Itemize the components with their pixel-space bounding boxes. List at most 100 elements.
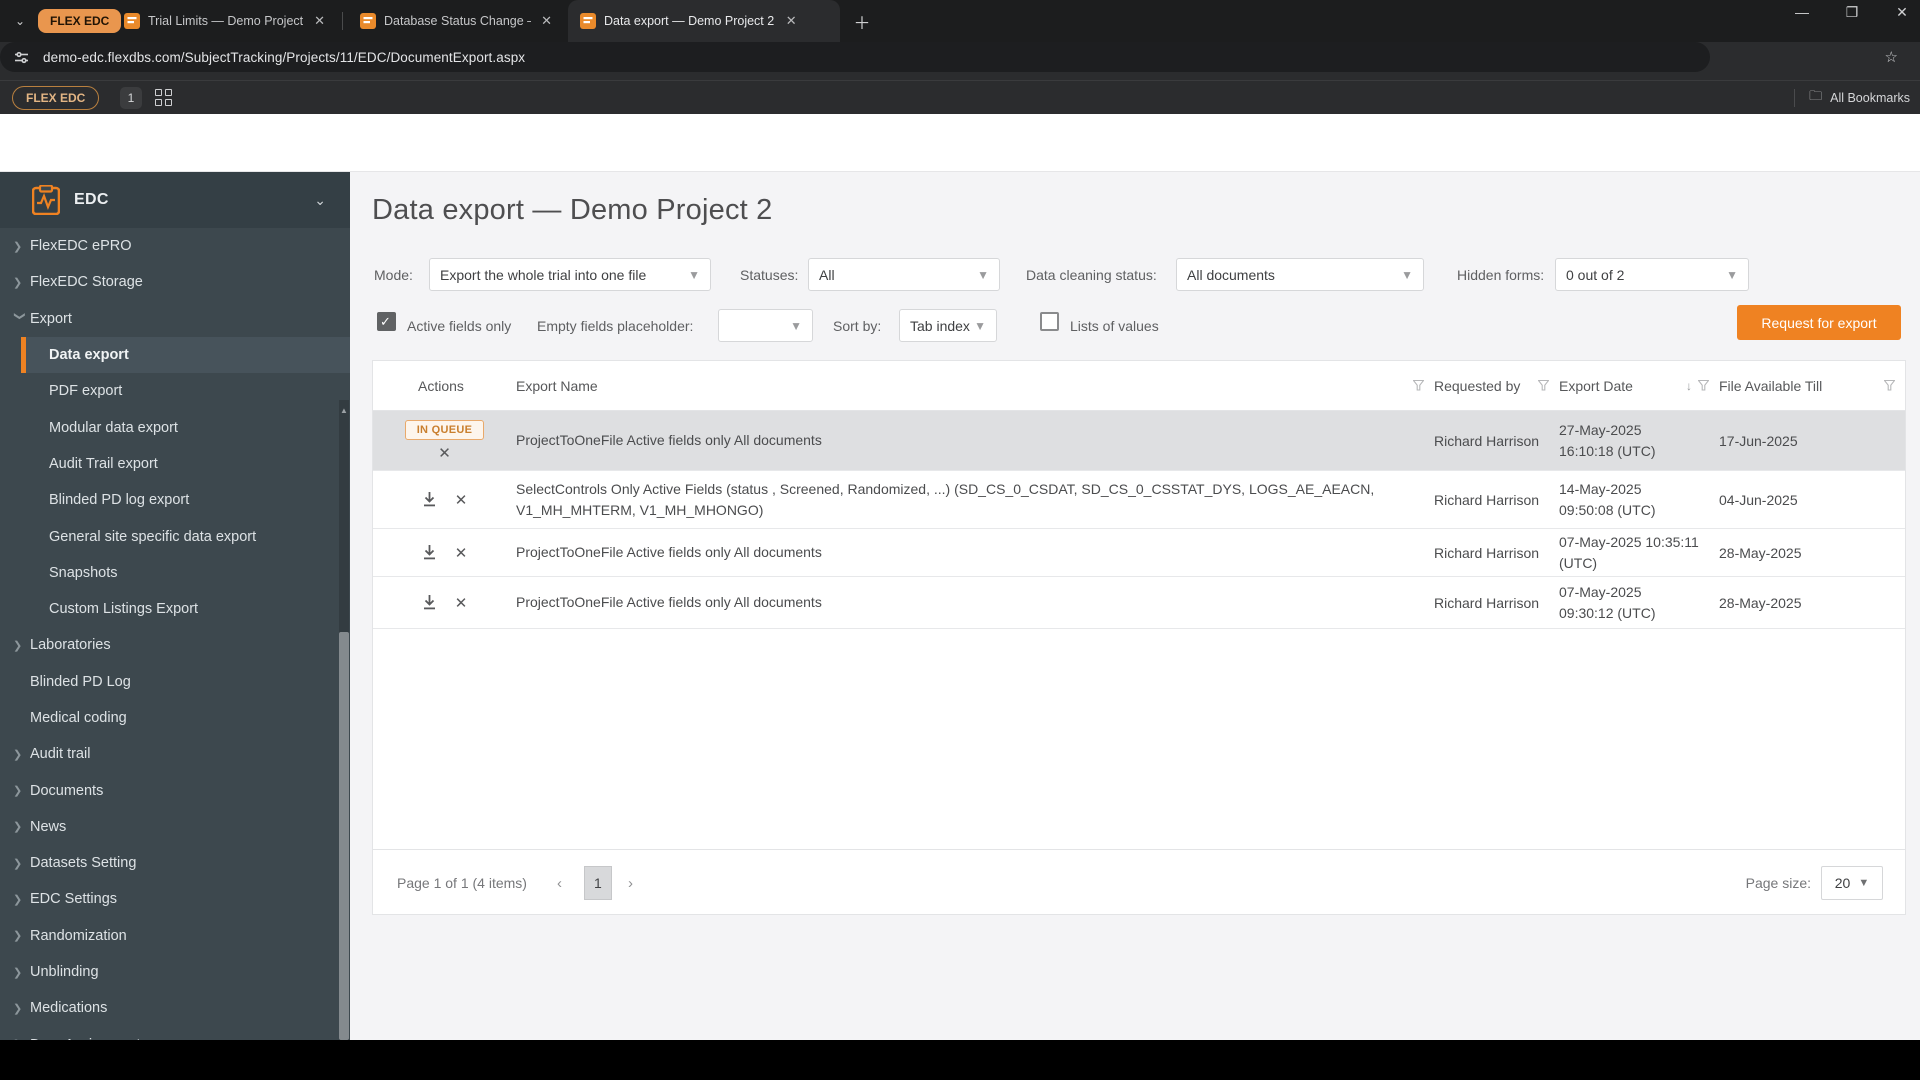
sidebar-scrollbar[interactable]: ▲ ▼ — [339, 400, 349, 1040]
apps-grid-icon[interactable] — [155, 89, 173, 107]
sidebar-item-documents[interactable]: ❯ Documents — [0, 772, 350, 808]
tab-close-icon[interactable]: ✕ — [539, 12, 554, 30]
statuses-select[interactable]: All ▼ — [808, 258, 1000, 291]
download-icon[interactable] — [422, 594, 437, 611]
page-size-select[interactable]: 20 ▼ — [1821, 866, 1883, 900]
scrollbar-thumb[interactable] — [339, 632, 349, 1040]
delete-export-icon[interactable]: ✕ — [455, 491, 468, 509]
filter-icon[interactable] — [1538, 380, 1549, 391]
browser-toolbar: ← → ⟳ demo-edc.flexdbs.com/SubjectTracki… — [0, 42, 1920, 117]
empty-placeholder-select[interactable]: ▼ — [718, 309, 813, 342]
all-bookmarks[interactable]: 🗀 All Bookmarks — [1794, 81, 1910, 115]
chevron-right-icon: ❯ — [13, 893, 23, 906]
sidebar-item-audit-trail[interactable]: ❯ Audit trail — [0, 736, 350, 772]
restore-button[interactable]: ❐ — [1842, 4, 1862, 21]
actions-cell: ✕ — [373, 594, 516, 612]
table-row[interactable]: IN QUEUE ✕ ProjectToOneFile Active fields … — [373, 411, 1905, 471]
address-bar[interactable]: demo-edc.flexdbs.com/SubjectTracking/Pro… — [0, 42, 1898, 72]
close-button[interactable]: ✕ — [1892, 4, 1912, 21]
sidebar-item-custom-listings-export[interactable]: Custom Listings Export — [0, 591, 350, 627]
sidebar-item-label: Audit trail — [30, 746, 91, 763]
sidebar-item-datasets-setting[interactable]: ❯ Datasets Setting — [0, 845, 350, 881]
prev-page-icon[interactable]: ‹ — [557, 875, 562, 892]
hidden-forms-select[interactable]: 0 out of 2 ▼ — [1555, 258, 1749, 291]
tab-search-chevron-icon[interactable]: ⌄ — [8, 9, 32, 33]
site-settings-icon[interactable] — [14, 50, 29, 65]
tab-database-status[interactable]: Database Status Change — Der ✕ — [348, 0, 564, 42]
file-available-till: 17-Jun-2025 — [1719, 432, 1798, 449]
request-export-button[interactable]: Request for export — [1737, 305, 1901, 340]
sidebar-item-drug-assignment[interactable]: ❯Drug Assignment — [0, 1027, 350, 1040]
sidebar-item-export[interactable]: ❯ Export — [0, 301, 350, 337]
filter-icon[interactable] — [1698, 380, 1709, 391]
mode-select[interactable]: Export the whole trial into one file ▼ — [429, 258, 711, 291]
file-available-till: 04-Jun-2025 — [1719, 491, 1798, 508]
sidebar-item-laboratories[interactable]: ❯ Laboratories — [0, 627, 350, 663]
chevron-down-icon: ▼ — [977, 267, 989, 282]
sidebar-item-medical-coding[interactable]: Medical coding — [0, 700, 350, 736]
sidebar-item-audit-trail-export[interactable]: Audit Trail export — [0, 446, 350, 482]
sidebar-item-unblinding[interactable]: ❯ Unblinding — [0, 954, 350, 990]
sort-by-select[interactable]: Tab index ▼ — [899, 309, 997, 342]
sidebar-item-label: Datasets Setting — [30, 855, 137, 872]
sidebar-item-flexedc-storage[interactable]: ❯ FlexEDC Storage — [0, 264, 350, 300]
filter-icon[interactable] — [1884, 380, 1895, 391]
requested-by: Richard Harrison — [1434, 594, 1540, 611]
sidebar-item-label: FlexEDC Storage — [30, 274, 143, 291]
tab-group-pill[interactable]: FLEX EDC — [38, 9, 122, 33]
download-icon[interactable] — [422, 491, 437, 508]
url-text: demo-edc.flexdbs.com/SubjectTracking/Pro… — [43, 49, 526, 65]
chevron-down-icon: ▼ — [790, 318, 802, 333]
bookmark-star-icon[interactable]: ☆ — [1885, 48, 1898, 66]
mode-label: Mode: — [374, 267, 413, 283]
export-name: ProjectToOneFile Active fields only All … — [516, 432, 822, 449]
screen-letterbox — [0, 1040, 1920, 1080]
bookmark-count-badge[interactable]: 1 — [120, 87, 142, 109]
page-summary: Page 1 of 1 (4 items) — [397, 875, 527, 891]
sidebar-item-pdf-export[interactable]: PDF export — [0, 373, 350, 409]
scroll-up-icon[interactable]: ▲ — [339, 406, 349, 415]
sidebar-item-data-export[interactable]: Data export — [21, 336, 350, 374]
sidebar-item-randomization[interactable]: ❯ Randomization — [0, 918, 350, 954]
tab-trial-limits[interactable]: Trial Limits — Demo Project 2 ✕ — [112, 0, 338, 42]
new-tab-button[interactable]: ＋ — [850, 9, 874, 33]
sidebar-item-edc-settings[interactable]: ❯ EDC Settings — [0, 881, 350, 917]
minimize-button[interactable]: — — [1792, 4, 1812, 21]
cleaning-status-select[interactable]: All documents ▼ — [1176, 258, 1424, 291]
sidebar-item-blinded-pd-log[interactable]: Blinded PD Log — [0, 664, 350, 700]
bookmark-flex-edc[interactable]: FLEX EDC — [12, 86, 100, 110]
tab-close-icon[interactable]: ✕ — [782, 12, 800, 30]
sidebar-item-general-site-specific-data-export[interactable]: General site specific data export — [0, 518, 350, 554]
sidebar-item-news[interactable]: ❯ News — [0, 809, 350, 845]
exports-table: Actions Export Name Requested by Export … — [372, 360, 1906, 915]
delete-export-icon[interactable]: ✕ — [438, 444, 451, 462]
folder-icon: 🗀 — [1809, 88, 1823, 103]
lists-of-values-checkbox[interactable] — [1040, 312, 1059, 331]
chevron-right-icon: ❯ — [13, 1002, 23, 1015]
sidebar-item-label: PDF export — [49, 383, 123, 400]
sidebar-edc-header[interactable]: EDC ⌄ — [0, 172, 350, 228]
next-page-icon[interactable]: › — [628, 875, 633, 892]
tab-data-export-active[interactable]: Data export — Demo Project 2 ✕ — [568, 0, 840, 42]
chevron-right-icon: ❯ — [13, 240, 23, 253]
sidebar-item-blinded-pd-log-export[interactable]: Blinded PD log export — [0, 482, 350, 518]
table-row[interactable]: ✕ SelectControls Only Active Fields (stat… — [373, 471, 1905, 529]
active-fields-checkbox[interactable] — [377, 312, 396, 331]
statuses-label: Statuses: — [740, 267, 799, 283]
filter-icon[interactable] — [1413, 380, 1424, 391]
table-row[interactable]: ✕ ProjectToOneFile Active fields only All… — [373, 577, 1905, 629]
sidebar-item-modular-data-export[interactable]: Modular data export — [0, 409, 350, 445]
download-icon[interactable] — [422, 544, 437, 561]
table-row[interactable]: ✕ ProjectToOneFile Active fields only All… — [373, 529, 1905, 577]
sidebar-item-medications[interactable]: ❯ Medications — [0, 990, 350, 1026]
sort-desc-icon[interactable]: ↓ — [1686, 379, 1692, 393]
sidebar-item-snapshots[interactable]: Snapshots — [0, 555, 350, 591]
tab-close-icon[interactable]: ✕ — [311, 12, 328, 30]
export-name: ProjectToOneFile Active fields only All … — [516, 544, 822, 561]
delete-export-icon[interactable]: ✕ — [455, 594, 468, 612]
sidebar-item-flexedc-epro[interactable]: ❯ FlexEDC ePRO — [0, 228, 350, 264]
sidebar-item-label: Data export — [49, 347, 129, 364]
sort-by-label: Sort by: — [833, 318, 882, 334]
page-number-button[interactable]: 1 — [583, 866, 612, 900]
delete-export-icon[interactable]: ✕ — [455, 544, 468, 562]
